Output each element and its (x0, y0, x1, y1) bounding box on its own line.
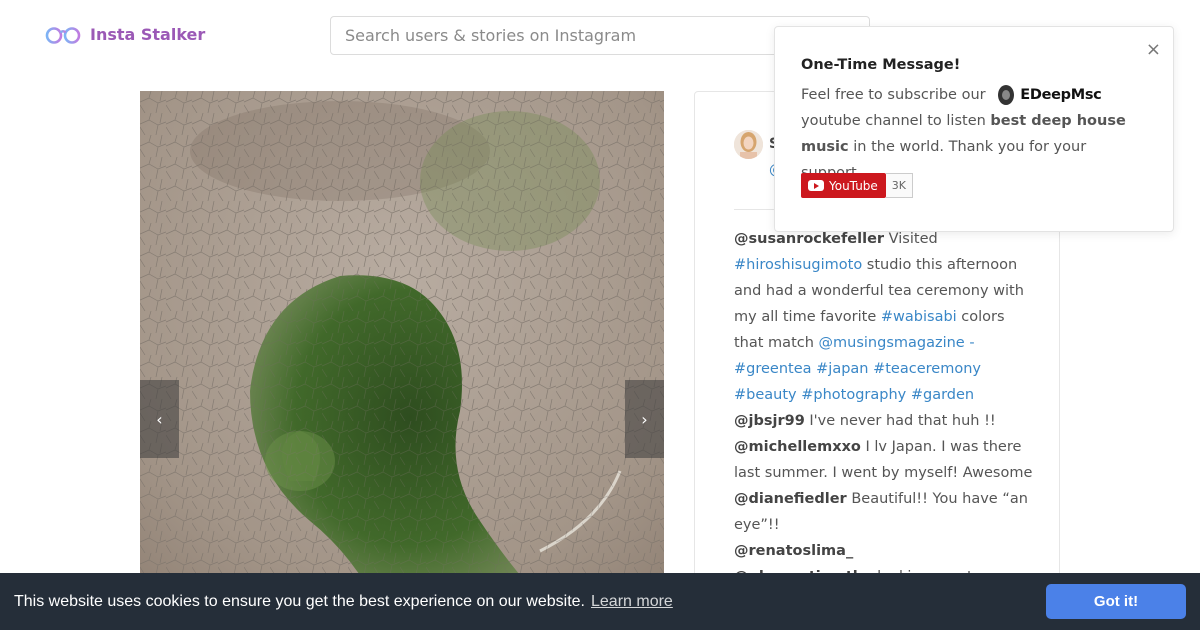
hashtag-link[interactable]: #teaceremony (873, 361, 981, 377)
youtube-label: YouTube (829, 178, 878, 193)
comment-username[interactable]: @susanrockefeller (734, 231, 884, 247)
popup-body: Feel free to subscribe our EDeepMsc yout… (801, 82, 1151, 186)
comment-text: Visited (884, 231, 938, 247)
chevron-left-icon: ‹ (156, 409, 163, 429)
got-it-button[interactable]: Got it! (1046, 584, 1186, 619)
glasses-icon (45, 22, 82, 46)
comment-item: @jbsjr99 I've never had that huh !! (734, 408, 1034, 434)
hashtag-link[interactable]: #photography (801, 387, 906, 403)
comment-text: I've never had that huh !! (804, 413, 996, 429)
comment-username[interactable]: @michellemxxo (734, 439, 861, 455)
post-image-carousel: ‹ › (140, 91, 664, 630)
learn-more-link[interactable]: Learn more (591, 593, 673, 611)
close-icon[interactable]: × (1146, 41, 1161, 59)
comment-item: @michellemxxo I lv Japan. I was there la… (734, 434, 1034, 486)
comment-item: @renatoslima_ (734, 538, 1034, 564)
channel-badge[interactable]: EDeepMsc (998, 82, 1102, 108)
comment-item: @dianefiedler Beautiful!! You have “an e… (734, 486, 1034, 538)
youtube-subscribe-widget: YouTube 3K (801, 173, 914, 198)
post-photo (140, 91, 664, 630)
hashtag-link[interactable]: #garden (911, 387, 974, 403)
popup-body-mid: youtube channel to listen (801, 113, 986, 129)
hashtag-link[interactable]: #hiroshisugimoto (734, 257, 862, 273)
comments-list: @susanrockefeller Visited #hiroshisugimo… (734, 226, 1034, 590)
logo-text: Insta Stalker (90, 24, 206, 44)
youtube-play-icon (808, 180, 824, 191)
comment-username[interactable]: @jbsjr99 (734, 413, 805, 429)
channel-logo-icon (998, 85, 1015, 105)
cookie-banner: This website uses cookies to ensure you … (0, 573, 1200, 630)
site-logo[interactable]: Insta Stalker (45, 22, 205, 46)
comment-username[interactable]: @dianefiedler (734, 491, 847, 507)
hashtag-link[interactable]: @musingsmagazine (819, 335, 965, 351)
hashtag-link[interactable]: #beauty (734, 387, 797, 403)
carousel-prev-button[interactable]: ‹ (140, 380, 179, 458)
comment-username[interactable]: @renatoslima_ (734, 543, 853, 559)
hashtag-link[interactable]: #wabisabi (881, 309, 957, 325)
channel-name: EDeepMsc (1020, 87, 1102, 103)
carousel-next-button[interactable]: › (625, 380, 664, 458)
subscriber-count: 3K (885, 173, 914, 198)
hashtag-link[interactable]: - (965, 335, 974, 351)
youtube-subscribe-button[interactable]: YouTube (801, 173, 886, 198)
one-time-message-popup: × One-Time Message! Feel free to subscri… (774, 26, 1174, 232)
chevron-right-icon: › (641, 409, 648, 429)
comment-item: @susanrockefeller Visited #hiroshisugimo… (734, 226, 1034, 408)
hashtag-link[interactable]: #japan (816, 361, 868, 377)
popup-body-prefix: Feel free to subscribe our (801, 87, 986, 103)
hashtag-link[interactable]: #greentea (734, 361, 812, 377)
author-avatar[interactable] (734, 130, 763, 159)
popup-title: One-Time Message! (801, 57, 961, 73)
cookie-message: This website uses cookies to ensure you … (14, 592, 585, 610)
